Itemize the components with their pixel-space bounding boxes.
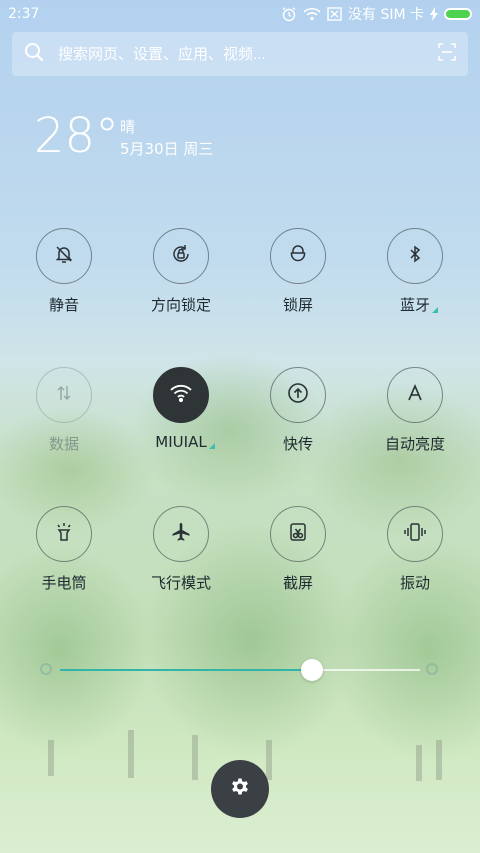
screenshot-icon	[287, 521, 309, 547]
bluetooth-icon	[404, 243, 426, 269]
toggle-label: 振动	[399, 574, 430, 592]
screenshot-button[interactable]	[270, 506, 326, 562]
scan-icon[interactable]	[438, 43, 456, 65]
search-icon	[24, 42, 44, 66]
quick-share-button[interactable]	[270, 367, 326, 423]
rotation-lock-icon	[170, 243, 192, 269]
toggle-auto-brightness[interactable]: 自动亮度	[365, 367, 465, 467]
share-upload-icon	[286, 381, 310, 409]
toggle-label: 锁屏	[282, 296, 313, 314]
brightness-high-icon	[426, 663, 438, 675]
vibrate-button[interactable]	[387, 506, 443, 562]
toggle-label: MIUIAL	[155, 433, 215, 451]
toggle-label: 静音	[48, 296, 79, 314]
settings-button[interactable]	[211, 760, 269, 818]
toggle-flashlight[interactable]: 手电筒	[14, 506, 114, 606]
status-bar: 2:37 没有 SIM 卡	[0, 0, 480, 28]
search-input[interactable]	[56, 44, 438, 64]
toggle-wifi[interactable]: MIUIAL	[131, 367, 231, 467]
flashlight-icon	[53, 521, 75, 547]
more-indicator	[208, 443, 215, 449]
bluetooth-button[interactable]	[387, 228, 443, 284]
toggle-label: 蓝牙	[400, 294, 438, 315]
charging-icon	[430, 7, 438, 21]
mobile-data-button[interactable]	[36, 367, 92, 423]
bell-mute-icon	[53, 243, 75, 269]
toggle-label: 截屏	[282, 574, 313, 592]
status-icons: 没有 SIM 卡	[281, 4, 472, 24]
brightness-slider[interactable]	[60, 659, 420, 681]
brightness-fill	[60, 669, 312, 671]
no-sim-icon	[327, 7, 342, 21]
weather-condition: 晴	[120, 118, 136, 136]
wifi-button[interactable]	[153, 367, 209, 423]
status-time: 2:37	[8, 6, 40, 22]
toggle-mobile-data[interactable]: 数据	[14, 367, 114, 467]
toggle-screenshot[interactable]: 截屏	[248, 506, 348, 606]
alarm-icon	[281, 6, 297, 22]
battery-icon	[444, 8, 472, 20]
mute-button[interactable]	[36, 228, 92, 284]
toggle-label: 方向锁定	[150, 296, 211, 314]
flashlight-button[interactable]	[36, 506, 92, 562]
more-indicator	[432, 307, 438, 313]
toggle-label: 数据	[48, 435, 79, 453]
toggle-vibrate[interactable]: 振动	[365, 506, 465, 606]
toggle-bluetooth[interactable]: 蓝牙	[365, 228, 465, 328]
vibrate-icon	[403, 521, 427, 547]
toggle-label: 快传	[282, 435, 313, 453]
weather-temperature: 28°	[34, 108, 120, 164]
brightness-low-icon	[40, 663, 52, 675]
airplane-icon	[170, 521, 192, 547]
rotation-lock-button[interactable]	[153, 228, 209, 284]
wifi-status-icon	[303, 7, 321, 21]
toggle-label: 飞行模式	[150, 574, 211, 592]
carrier-text: 没有 SIM 卡	[348, 7, 424, 23]
lock-screen-button[interactable]	[270, 228, 326, 284]
mobile-data-icon	[53, 382, 75, 408]
brightness-knob[interactable]	[301, 659, 323, 681]
wifi-icon	[169, 383, 193, 407]
toggle-mute[interactable]: 静音	[14, 228, 114, 328]
airplane-button[interactable]	[153, 506, 209, 562]
toggle-airplane[interactable]: 飞行模式	[131, 506, 231, 606]
lock-icon	[287, 243, 309, 269]
toggle-quick-share[interactable]: 快传	[248, 367, 348, 467]
auto-brightness-icon	[404, 382, 426, 408]
gear-icon	[228, 775, 252, 803]
toggle-label: 手电筒	[41, 574, 87, 592]
auto-brightness-button[interactable]	[387, 367, 443, 423]
search-bar[interactable]	[12, 32, 468, 76]
toggle-label: 自动亮度	[384, 435, 445, 453]
toggle-lock-screen[interactable]: 锁屏	[248, 228, 348, 328]
toggle-rotation-lock[interactable]: 方向锁定	[131, 228, 231, 328]
weather-date: 5月30日 周三	[120, 140, 214, 158]
